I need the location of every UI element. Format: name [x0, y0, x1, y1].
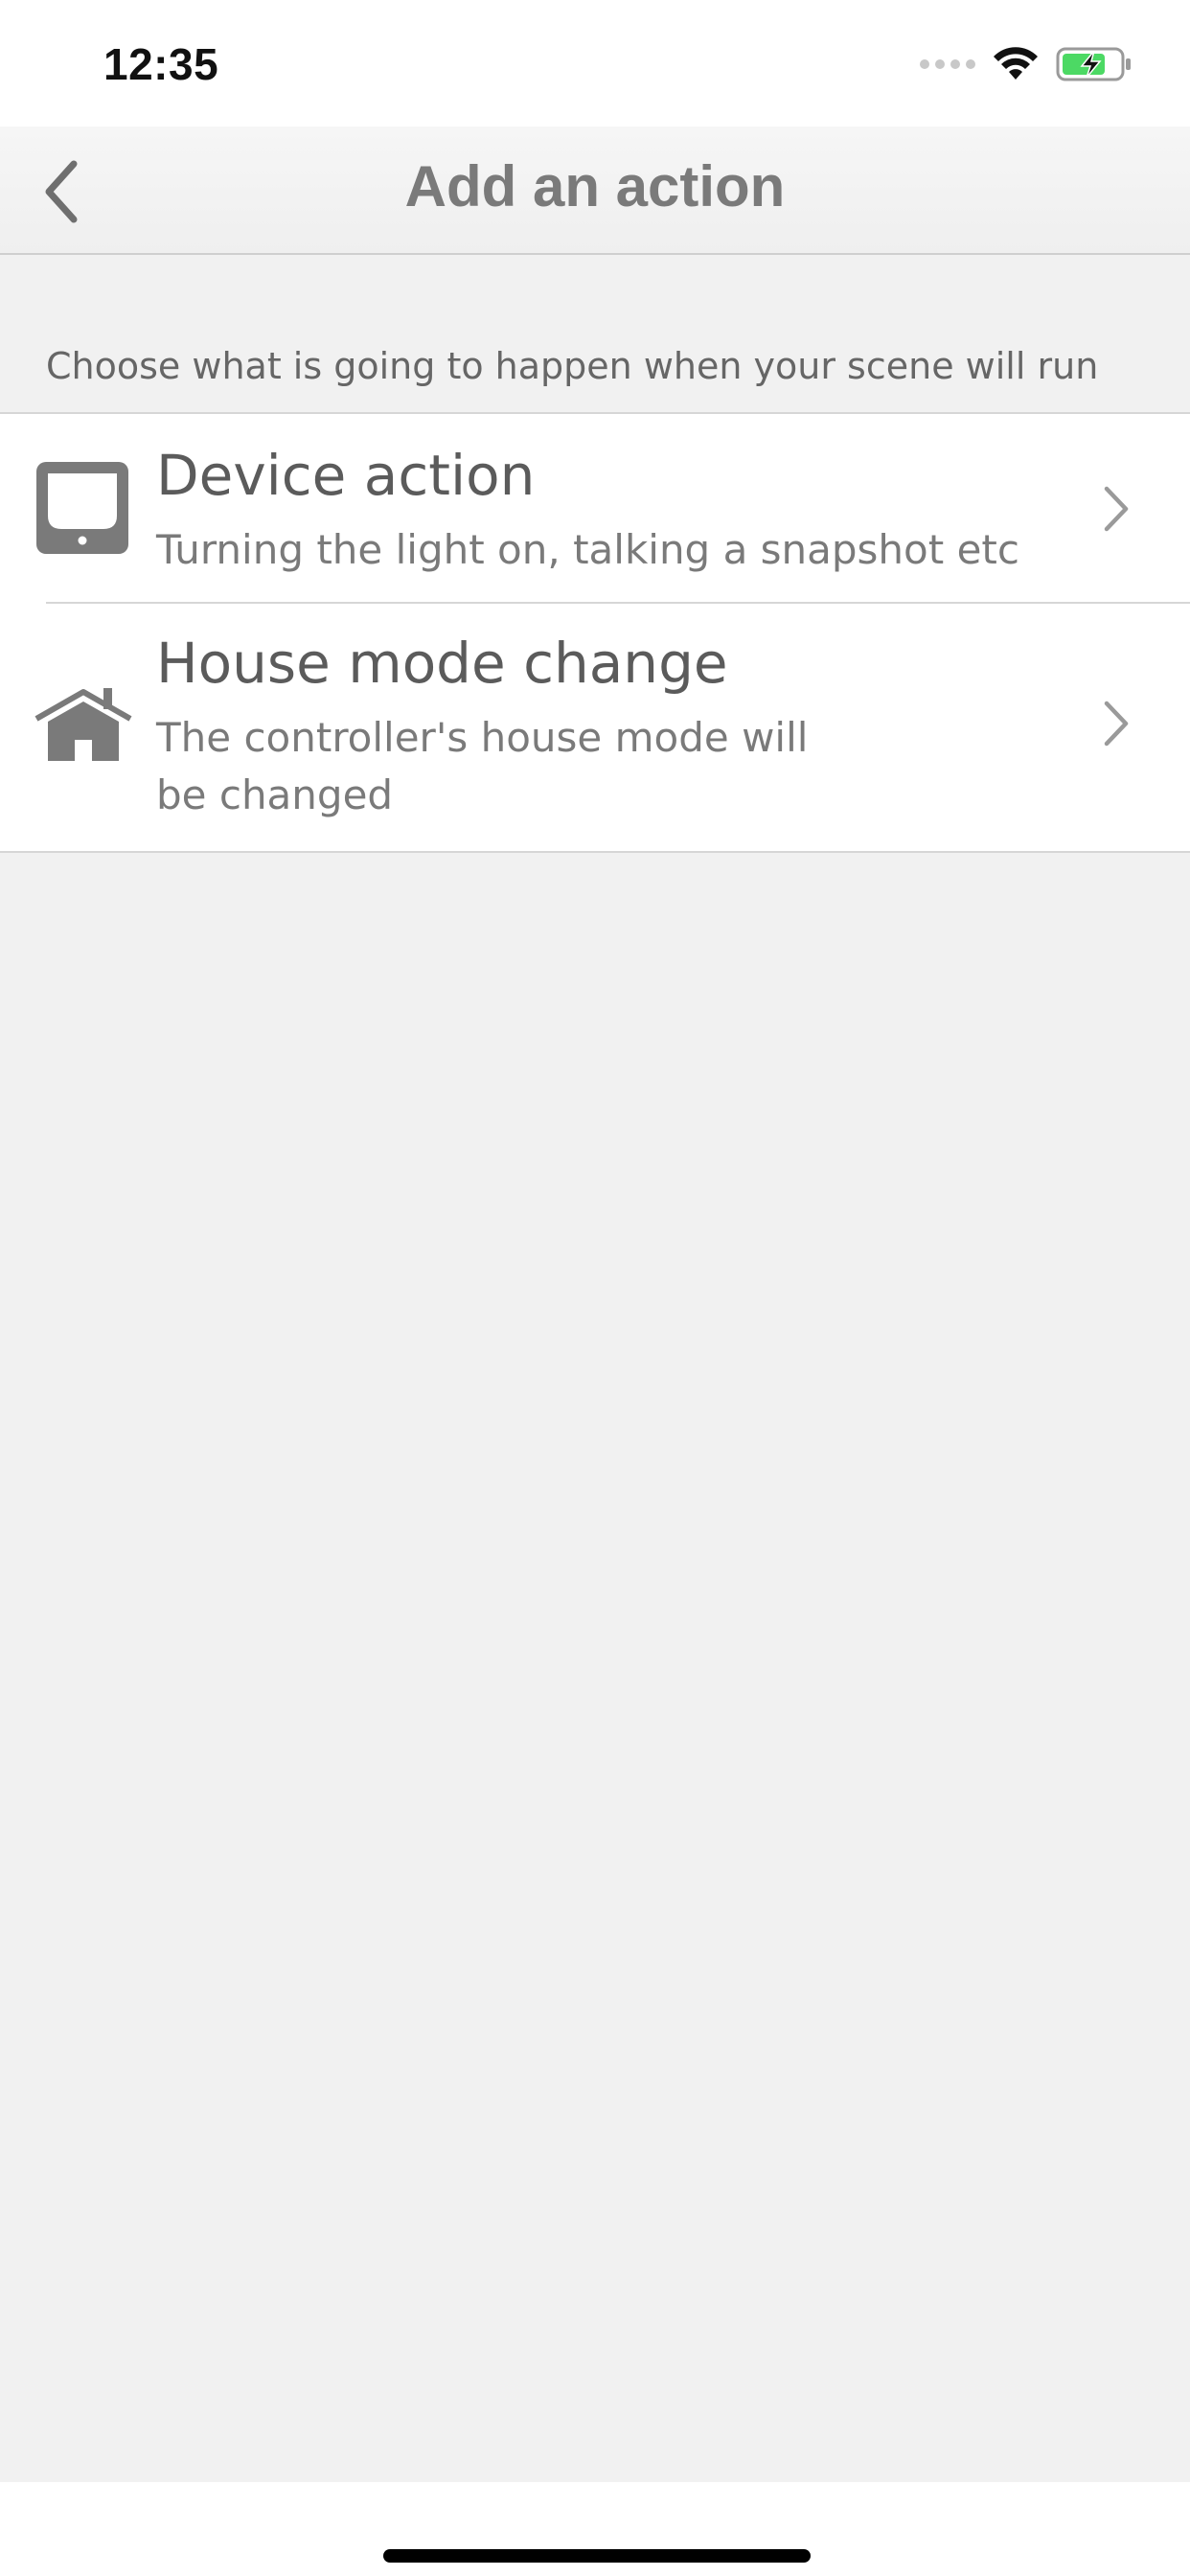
- house-mode-change-row[interactable]: House mode change The controller's house…: [0, 604, 1190, 851]
- status-icons: [920, 44, 1133, 84]
- house-mode-change-subtitle: The controller's house mode will be chan…: [156, 714, 809, 818]
- home-indicator-area: [0, 2482, 1190, 2576]
- page-title: Add an action: [404, 154, 786, 218]
- device-action-title: Device action: [156, 443, 536, 508]
- chevron-right-icon: [1104, 701, 1129, 747]
- wifi-icon: [994, 47, 1038, 80]
- instruction-text: Choose what is going to happen when your…: [46, 345, 1099, 387]
- action-list: Device action Turning the light on, talk…: [0, 412, 1190, 853]
- house-icon: [34, 688, 132, 761]
- device-action-row[interactable]: Device action Turning the light on, talk…: [0, 414, 1190, 604]
- house-mode-change-title: House mode change: [156, 631, 728, 696]
- device-action-subtitle: Turning the light on, talking a snapshot…: [156, 526, 1019, 573]
- battery-charging-icon: [1056, 47, 1131, 81]
- signal-dots-icon: [920, 59, 975, 69]
- navigation-bar: Add an action: [0, 126, 1190, 255]
- chevron-right-icon: [1104, 486, 1129, 532]
- status-bar: 12:35: [0, 0, 1190, 126]
- home-indicator[interactable]: [383, 2549, 811, 2563]
- status-time: 12:35: [103, 39, 219, 89]
- device-icon: [36, 462, 128, 554]
